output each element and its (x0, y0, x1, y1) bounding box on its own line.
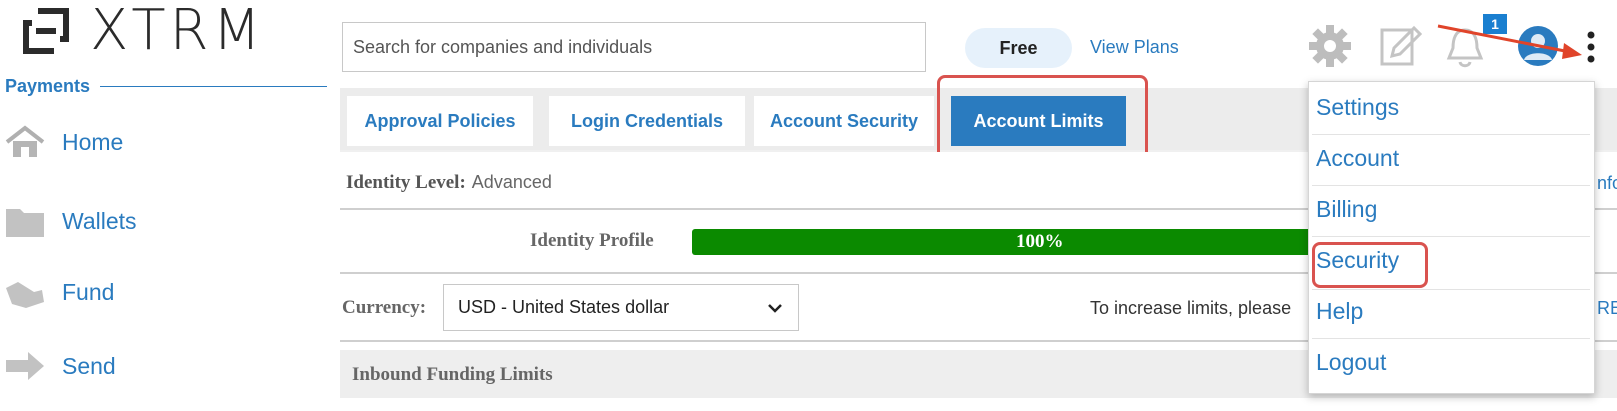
menu-divider (1312, 289, 1590, 290)
menu-divider (1312, 338, 1590, 339)
menu-item-help[interactable]: Help (1316, 298, 1363, 325)
sidebar-item-home[interactable]: Home (4, 124, 123, 160)
more-vertical-icon[interactable] (1584, 30, 1598, 64)
menu-item-settings[interactable]: Settings (1316, 94, 1399, 121)
sidebar-item-send[interactable]: Send (4, 348, 116, 384)
security-highlight-box (1312, 242, 1428, 288)
annotation-arrow-icon (1437, 24, 1582, 59)
identity-profile-progress: 100% (692, 229, 1392, 255)
tab-account-security[interactable]: Account Security (754, 96, 934, 146)
edit-icon[interactable] (1378, 24, 1422, 68)
view-plans-link[interactable]: View Plans (1090, 37, 1179, 58)
menu-divider (1312, 236, 1590, 237)
menu-item-account[interactable]: Account (1316, 145, 1399, 172)
sidebar-item-label: Wallets (62, 207, 137, 234)
inbound-funding-title: Inbound Funding Limits (352, 364, 553, 385)
user-dropdown-menu (1308, 81, 1595, 394)
identity-level-value: Advanced (471, 172, 552, 192)
sidebar-item-fund[interactable]: Fund (4, 274, 114, 310)
identity-profile-label: Identity Profile (530, 230, 654, 251)
menu-item-logout[interactable]: Logout (1316, 349, 1386, 376)
tab-approval-policies[interactable]: Approval Policies (347, 96, 533, 146)
chevron-down-icon (768, 303, 782, 313)
identity-level: Identity Level: Advanced (346, 172, 552, 194)
currency-select[interactable]: USD - United States dollar (443, 284, 799, 331)
sidebar-item-wallets[interactable]: Wallets (4, 203, 137, 239)
xtrm-logo-icon (23, 8, 69, 54)
section-divider (100, 86, 327, 87)
sidebar-item-label: Fund (62, 278, 115, 305)
tab-highlight-box (937, 75, 1148, 161)
sidebar-section-title: Payments (5, 76, 327, 97)
menu-divider (1312, 134, 1590, 135)
plan-badge: Free (965, 28, 1072, 68)
identity-level-label: Identity Level: (346, 172, 466, 193)
progress-percent: 100% (1016, 231, 1064, 252)
home-icon (5, 125, 45, 157)
menu-item-billing[interactable]: Billing (1316, 196, 1377, 223)
xtrm-logo[interactable]: XTRM (20, 2, 265, 60)
currency-label: Currency: (342, 297, 427, 318)
currency-selected-value: USD - United States dollar (458, 297, 670, 317)
gear-icon[interactable] (1308, 24, 1352, 68)
brand-name: XTRM (90, 0, 265, 63)
send-arrow-icon (6, 352, 44, 380)
tab-login-credentials[interactable]: Login Credentials (549, 96, 745, 146)
sidebar-item-label: Home (62, 128, 124, 155)
search-input[interactable] (342, 22, 926, 72)
sidebar-item-label: Send (62, 352, 116, 379)
folder-icon (6, 209, 44, 237)
increase-limits-text: To increase limits, please (1090, 298, 1292, 318)
menu-divider (1312, 185, 1590, 186)
fund-icon (6, 282, 44, 308)
partial-edge-text: RE (1597, 298, 1617, 318)
section-title-label: Payments (5, 76, 91, 96)
partial-info-text: nfo (1597, 173, 1617, 193)
